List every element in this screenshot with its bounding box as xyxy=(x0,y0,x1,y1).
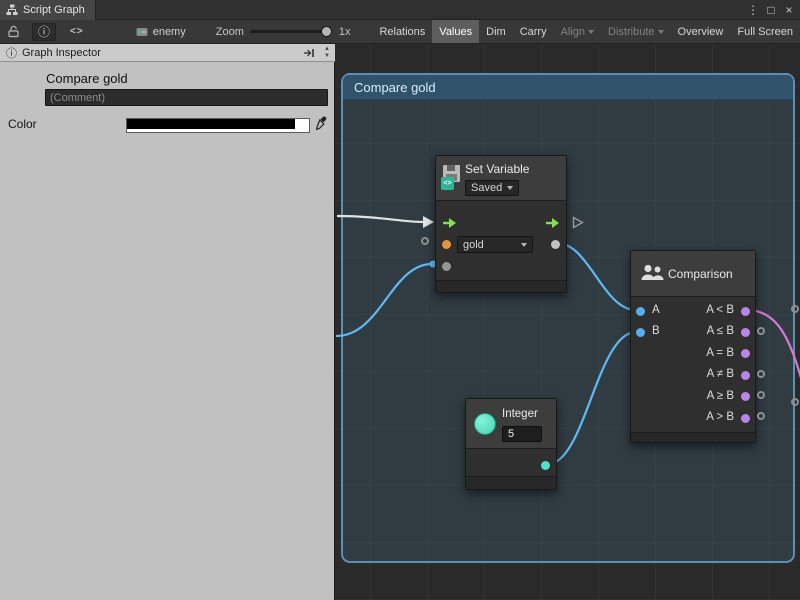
graph-toolbar: ⓘ <> enemy Zoom 1x Relations Values Dim … xyxy=(0,20,800,44)
scroll-down-icon[interactable]: ▼ xyxy=(324,53,330,60)
scroll-up-icon[interactable]: ▲ xyxy=(324,46,330,53)
comparison-header: Comparison xyxy=(631,251,755,297)
zoom-slider-knob[interactable] xyxy=(321,26,332,37)
tab-script-graph[interactable]: Script Graph xyxy=(0,0,96,20)
node-footer xyxy=(436,280,566,292)
zoom-label: Zoom xyxy=(216,26,244,38)
window-menu-icon[interactable]: ⋮ xyxy=(744,3,762,17)
control-output-port[interactable] xyxy=(545,217,560,229)
node-footer xyxy=(631,432,755,442)
comparison-icon xyxy=(640,263,664,284)
color-alpha-bar xyxy=(127,129,309,132)
tab-label: Script Graph xyxy=(23,4,85,16)
lock-icon[interactable] xyxy=(7,25,20,38)
window-controls: ⋮ □ × xyxy=(744,0,798,20)
dim-button[interactable]: Dim xyxy=(479,20,513,43)
close-icon[interactable]: × xyxy=(780,3,798,17)
integer-icon xyxy=(474,413,496,435)
code-view-icon[interactable]: <> xyxy=(70,26,84,37)
chevron-down-icon xyxy=(521,243,527,247)
zoom-slider[interactable] xyxy=(250,30,330,33)
graph-reference-button[interactable]: enemy xyxy=(136,26,186,38)
comparison-row: A ≥ B xyxy=(631,387,755,407)
node-set-variable[interactable]: <> Set Variable Saved gold xyxy=(435,155,567,293)
graph-name-label: enemy xyxy=(153,26,186,38)
inspector-header: ⓘ Graph Inspector xyxy=(0,44,335,62)
variable-name-port[interactable] xyxy=(442,240,451,249)
input-a-port[interactable] xyxy=(636,307,645,316)
graph-inspector-panel: ⓘ Graph Inspector ▲ ▼ Compare gold Color xyxy=(0,44,335,600)
toolbar-right-group: Relations Values Dim Carry Align Distrib… xyxy=(372,20,800,43)
comparison-row: A ≠ B xyxy=(631,365,755,385)
integer-value-field[interactable]: 5 xyxy=(502,426,542,442)
node-integer[interactable]: Integer 5 xyxy=(465,398,557,490)
node-comparison[interactable]: Comparison A A < B B A ≤ B A = B A ≠ B A… xyxy=(630,250,756,443)
unconnected-port-circle[interactable] xyxy=(757,412,765,420)
info-icon: ⓘ xyxy=(6,45,17,61)
unconnected-port-circle[interactable] xyxy=(757,370,765,378)
unconnected-port-circle[interactable] xyxy=(421,237,429,245)
window-titlebar: Script Graph ⋮ □ × xyxy=(0,0,800,20)
output-a-neq-b-port[interactable] xyxy=(741,371,750,380)
input-b-port[interactable] xyxy=(636,328,645,337)
eyedropper-icon[interactable] xyxy=(313,116,328,136)
graph-canvas[interactable]: Compare gold <> Set Variable Saved xyxy=(335,44,800,600)
graph-title: Compare gold xyxy=(46,71,128,86)
code-badge-icon: <> xyxy=(441,177,454,190)
fullscreen-button[interactable]: Full Screen xyxy=(730,20,800,43)
node-footer xyxy=(466,476,556,489)
chevron-down-icon xyxy=(658,30,664,34)
output-a-lt-b-port[interactable] xyxy=(741,307,750,316)
carry-button[interactable]: Carry xyxy=(513,20,554,43)
values-button[interactable]: Values xyxy=(432,20,479,43)
color-label: Color xyxy=(8,117,37,131)
group-header[interactable]: Compare gold xyxy=(343,75,793,100)
script-graph-icon xyxy=(6,4,18,16)
node-title: Integer xyxy=(502,408,538,420)
unconnected-port-circle[interactable] xyxy=(757,327,765,335)
align-dropdown-button[interactable]: Align xyxy=(554,20,601,43)
overview-button[interactable]: Overview xyxy=(671,20,731,43)
set-variable-header: <> Set Variable Saved xyxy=(436,156,566,201)
unconnected-port-circle[interactable] xyxy=(791,305,799,313)
variable-kind-dropdown[interactable]: Saved xyxy=(465,180,519,196)
inspector-scroll-arrows[interactable]: ▲ ▼ xyxy=(321,44,333,62)
comparison-row: A > B xyxy=(631,408,755,428)
maximize-icon[interactable]: □ xyxy=(762,3,780,17)
info-icon: ⓘ xyxy=(38,23,50,40)
integer-header: Integer 5 xyxy=(466,399,556,449)
zoom-value: 1x xyxy=(339,26,351,38)
variable-select-dropdown[interactable]: gold xyxy=(457,236,533,253)
graph-asset-icon xyxy=(136,26,148,38)
set-variable-icon: <> xyxy=(441,165,462,191)
comparison-row: A A < B xyxy=(631,301,755,321)
output-value-port[interactable] xyxy=(551,240,560,249)
node-title: Set Variable xyxy=(465,162,529,176)
relations-button[interactable]: Relations xyxy=(372,20,432,43)
comparison-row: A = B xyxy=(631,344,755,364)
unconnected-port-circle[interactable] xyxy=(791,398,799,406)
unconnected-control-triangle[interactable] xyxy=(572,216,584,229)
distribute-dropdown-button[interactable]: Distribute xyxy=(601,20,670,43)
input-value-port[interactable] xyxy=(442,262,451,271)
node-title: Comparison xyxy=(668,267,733,281)
output-a-gt-b-port[interactable] xyxy=(741,414,750,423)
chevron-down-icon xyxy=(507,186,513,190)
dock-inspector-icon[interactable] xyxy=(303,48,315,58)
output-a-gte-b-port[interactable] xyxy=(741,392,750,401)
chevron-down-icon xyxy=(588,30,594,34)
integer-output-port[interactable] xyxy=(541,461,550,470)
output-a-eq-b-port[interactable] xyxy=(741,349,750,358)
inspector-toggle-button[interactable]: ⓘ xyxy=(32,23,56,41)
unconnected-port-circle[interactable] xyxy=(757,391,765,399)
comparison-row: B A ≤ B xyxy=(631,322,755,342)
group-title: Compare gold xyxy=(354,80,436,95)
control-input-port[interactable] xyxy=(442,217,457,229)
inspector-header-title: Graph Inspector xyxy=(22,47,101,59)
color-swatch[interactable] xyxy=(126,118,310,133)
comment-input[interactable] xyxy=(45,89,328,106)
output-a-lte-b-port[interactable] xyxy=(741,328,750,337)
